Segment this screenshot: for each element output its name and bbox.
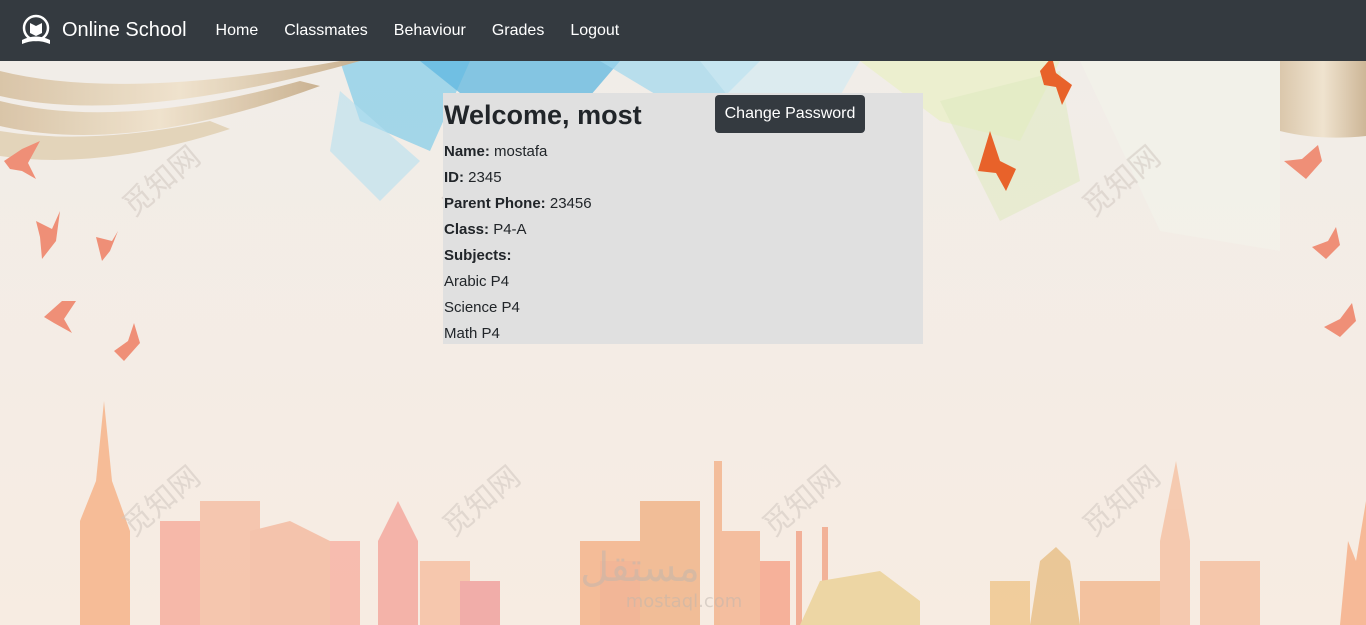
subject-item: Science P4 [444, 299, 520, 316]
nav-logout-link[interactable]: Logout [557, 0, 632, 61]
name-row: Name: mostafa [444, 139, 923, 165]
profile-card: Welcome, most Change Password Name: most… [443, 93, 923, 344]
brand-home-link[interactable]: Online School [18, 13, 187, 49]
name-value: mostafa [494, 143, 548, 160]
parent-phone-row: Parent Phone: 23456 [444, 191, 923, 217]
school-logo-icon [22, 14, 50, 44]
id-label: ID: [444, 169, 464, 186]
watermark-brand-url: mostaql.com [626, 591, 743, 612]
parent-phone-label: Parent Phone: [444, 195, 546, 212]
brand-name: Online School [62, 19, 187, 41]
nav-links: Home Classmates Behaviour Grades Logout [203, 0, 633, 61]
subjects-heading: Subjects: [444, 243, 923, 269]
nav-home-link[interactable]: Home [203, 0, 272, 61]
parent-phone-value: 23456 [549, 195, 592, 212]
class-value: P4-A [493, 221, 527, 238]
nav-behaviour-link[interactable]: Behaviour [381, 0, 479, 61]
class-label: Class: [444, 221, 490, 238]
nav-classmates-link[interactable]: Classmates [271, 0, 381, 61]
id-value: 2345 [468, 169, 502, 186]
class-row: Class: P4-A [444, 217, 923, 243]
name-label: Name: [444, 143, 490, 160]
change-password-button[interactable]: Change Password [715, 95, 865, 133]
welcome-user: most [577, 100, 642, 130]
subject-item: Math P4 [444, 325, 500, 342]
welcome-prefix: Welcome, [444, 100, 570, 130]
nav-grades-link[interactable]: Grades [479, 0, 557, 61]
subjects-label: Subjects: [444, 247, 512, 264]
subject-item: Arabic P4 [444, 273, 510, 290]
id-row: ID: 2345 [444, 165, 923, 191]
top-navbar: Online School Home Classmates Behaviour … [0, 0, 1366, 61]
watermark-brand-ar: مستقل [580, 545, 700, 591]
